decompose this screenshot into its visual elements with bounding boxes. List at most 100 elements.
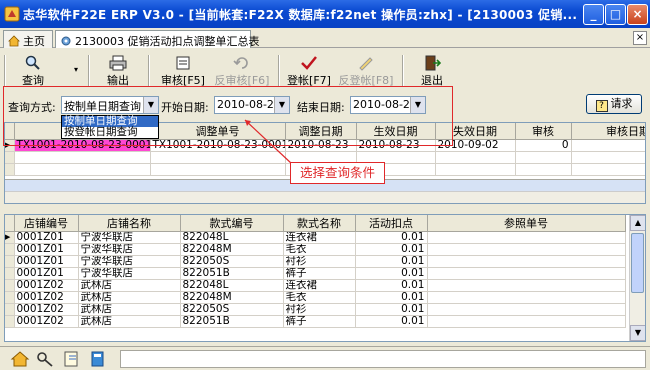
cell-style-code[interactable]: 822050S [180,303,284,316]
cell-shop-name[interactable]: 武林店 [78,279,181,292]
unaudit-button[interactable]: 反审核[F6] [214,53,270,89]
cell-shop-name[interactable]: 武林店 [78,291,181,304]
table-row[interactable]: 0001Z02 武林店 822051B 裤子 0.01 [5,315,626,328]
cell-ref-no[interactable] [427,315,626,328]
book-icon[interactable] [88,350,108,368]
post-button[interactable]: 登帐[F7] [286,53,332,89]
col-header[interactable]: 参照单号 [427,215,626,232]
table-row[interactable]: 0001Z01 宁波华联店 822050S 衬衫 0.01 [5,255,626,268]
col-header[interactable]: 调整日期 [285,123,357,140]
table-row[interactable]: 0001Z02 武林店 822050S 衬衫 0.01 [5,303,626,316]
scroll-up-arrow[interactable]: ▲ [630,215,645,231]
chevron-down-icon[interactable]: ▼ [410,97,425,113]
cell-shop-name[interactable]: 武林店 [78,303,181,316]
table-row[interactable]: 0001Z02 武林店 822048M 毛衣 0.01 [5,291,626,304]
unpost-button[interactable]: 反登帐[F8] [338,53,394,89]
cell-style-name[interactable]: 毛衣 [283,291,356,304]
cell-audit[interactable]: 0 [515,139,572,152]
cell-style-code[interactable]: 822048M [180,291,284,304]
col-header[interactable]: 款式编号 [180,215,284,232]
cell-style-name[interactable]: 衬衫 [283,255,356,268]
cell-ref-no[interactable] [427,291,626,304]
request-button[interactable]: ? 请求 [586,94,642,114]
cell-discount[interactable]: 0.01 [355,291,428,304]
cell-ref-no[interactable] [427,303,626,316]
cell-ref-no[interactable] [427,231,626,244]
maximize-button[interactable]: □ [605,4,626,25]
col-header[interactable]: 调整单号 [150,123,286,140]
close-button[interactable]: × [627,4,648,25]
table-row[interactable]: 0001Z02 武林店 822048L 连衣裙 0.01 [5,279,626,292]
cell-shop-code[interactable]: 0001Z01 [14,255,79,268]
col-header[interactable]: 活动扣点 [355,215,428,232]
cell-style-code[interactable]: 822048M [180,243,284,256]
cell-shop-name[interactable]: 宁波华联店 [78,267,181,280]
cell-shop-name[interactable]: 宁波华联店 [78,231,181,244]
cell-shop-code[interactable]: 0001Z01 [14,243,79,256]
close-tab-button[interactable]: × [633,31,647,45]
cell-expiry-date[interactable]: 2010-09-02 [435,139,516,152]
cell-shop-name[interactable]: 武林店 [78,315,181,328]
chevron-down-icon[interactable]: ▼ [143,97,158,113]
cell-ref-no[interactable] [427,255,626,268]
cell-effective-date[interactable]: 2010-08-23 [356,139,436,152]
cell-shop-code[interactable]: 0001Z02 [14,303,79,316]
key-icon[interactable] [36,350,56,368]
cell-shop-name[interactable]: 宁波华联店 [78,255,181,268]
cell-adjust-date[interactable]: 2010-08-23 [285,139,357,152]
cell-shop-code[interactable]: 0001Z02 [14,291,79,304]
cell-ref-no[interactable] [427,267,626,280]
cell-discount[interactable]: 0.01 [355,255,428,268]
cell-shop-code[interactable]: 0001Z02 [14,315,79,328]
minimize-button[interactable]: _ [583,4,604,25]
cell-style-name[interactable]: 裤子 [283,267,356,280]
cell-style-name[interactable]: 裤子 [283,315,356,328]
cell-style-name[interactable]: 连衣裙 [283,231,356,244]
cell-discount[interactable]: 0.01 [355,303,428,316]
cell-discount[interactable]: 0.01 [355,279,428,292]
cell-discount[interactable]: 0.01 [355,315,428,328]
vertical-scrollbar[interactable]: ▲ ▼ [629,215,645,341]
query-button[interactable]: 查询 [10,53,56,89]
scroll-thumb[interactable] [631,233,644,293]
tab-home[interactable]: 主页 [3,30,53,48]
audit-button[interactable]: 审核[F5] [158,53,208,89]
cell-style-code[interactable]: 822048L [180,231,284,244]
note-icon[interactable] [62,350,82,368]
cell-style-name[interactable]: 连衣裙 [283,279,356,292]
cell-style-code[interactable]: 822051B [180,267,284,280]
cell-order-no[interactable]: TX1001-2010-08-23-0001 [14,139,151,152]
scroll-down-arrow[interactable]: ▼ [630,325,645,341]
cell-style-name[interactable]: 衬衫 [283,303,356,316]
start-date-picker[interactable]: 2010-08-23 ▼ [214,96,290,114]
cell-discount[interactable]: 0.01 [355,243,428,256]
exit-button[interactable]: 退出 [414,53,450,89]
cell-shop-code[interactable]: 0001Z01 [14,267,79,280]
col-header[interactable]: 失效日期 [435,123,516,140]
cell-style-code[interactable]: 822051B [180,315,284,328]
cell-shop-name[interactable]: 宁波华联店 [78,243,181,256]
col-header[interactable]: 款式名称 [283,215,356,232]
option-by-post-date[interactable]: 按登帐日期查询 [62,127,158,138]
home-icon[interactable] [10,350,30,368]
col-header[interactable]: 店铺名称 [78,215,181,232]
cell-shop-code[interactable]: 0001Z01 [14,231,79,244]
cell-shop-code[interactable]: 0001Z02 [14,279,79,292]
cell-style-code[interactable]: 822050S [180,255,284,268]
table-row[interactable]: 0001Z01 宁波华联店 822048M 毛衣 0.01 [5,243,626,256]
end-date-picker[interactable]: 2010-08-23 ▼ [350,96,426,114]
tab-report[interactable]: 2130003 促销活动扣点调整单汇总表 [55,30,260,48]
cell-discount[interactable]: 0.01 [355,231,428,244]
cell-discount[interactable]: 0.01 [355,267,428,280]
cell-audit-date[interactable] [571,139,645,152]
table-row[interactable]: 0001Z01 宁波华联店 822051B 裤子 0.01 [5,267,626,280]
cell-ref-no[interactable] [427,243,626,256]
cell-ref-no[interactable] [427,279,626,292]
col-header[interactable]: 审核 [515,123,572,140]
chevron-down-icon[interactable]: ▼ [274,97,289,113]
col-header[interactable]: 店铺编号 [14,215,79,232]
table-row[interactable]: ▶ 0001Z01 宁波华联店 822048L 连衣裙 0.01 [5,231,626,244]
col-header[interactable]: 审核日期 [571,123,645,140]
table-row[interactable]: ▶ TX1001-2010-08-23-0001 TX1001-2010-08-… [5,139,645,152]
horizontal-scrollbar[interactable] [5,191,645,203]
